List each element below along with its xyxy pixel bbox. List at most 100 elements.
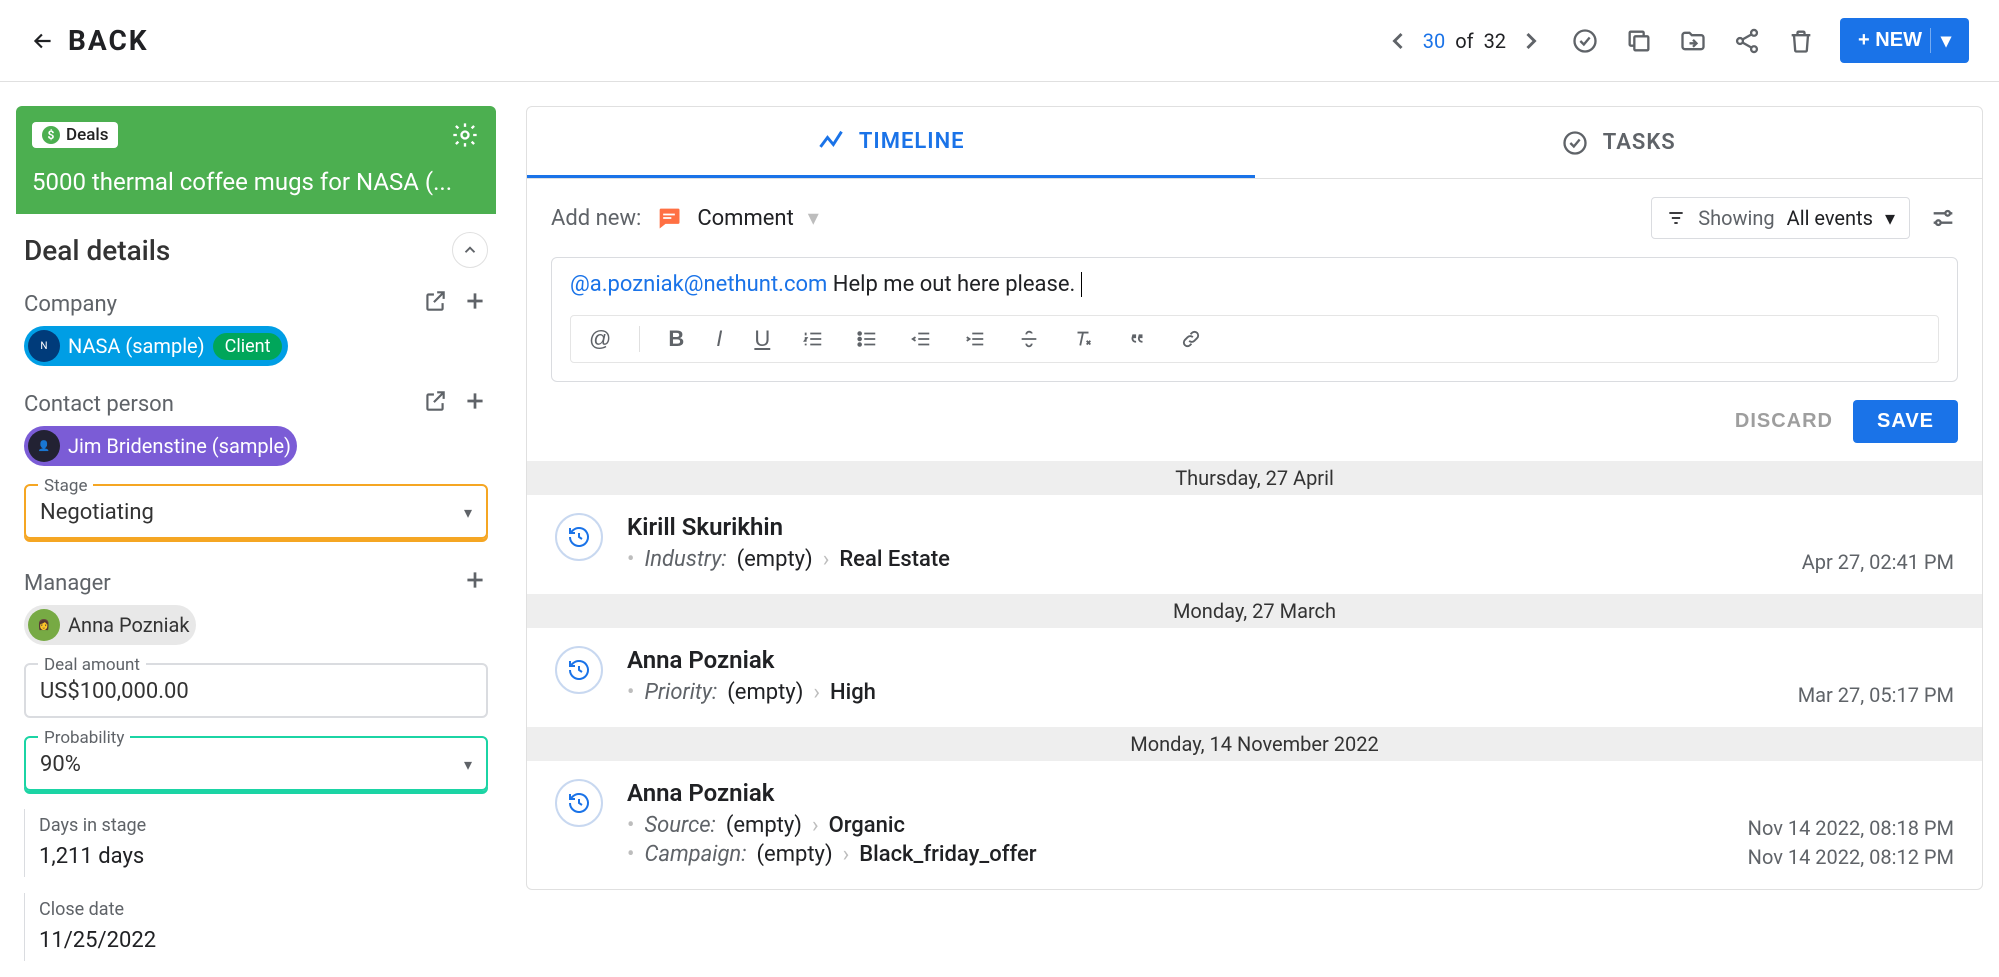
event-change-row: • Source: (empty) › OrganicNov 14 2022, …: [627, 813, 1954, 842]
mention[interactable]: @a.pozniak@nethunt.com: [570, 272, 827, 297]
sidebar: $Deals 5000 thermal coffee mugs for NASA…: [16, 106, 496, 977]
trash-icon[interactable]: [1786, 26, 1816, 56]
addnew-label: Add new:: [551, 206, 641, 231]
new-button[interactable]: + NEW ▾: [1840, 18, 1969, 63]
tab-timeline-label: TIMELINE: [859, 129, 965, 154]
editor-toolbar: @ B I U: [570, 315, 1939, 363]
link-button[interactable]: [1176, 328, 1206, 350]
save-button[interactable]: SAVE: [1853, 400, 1958, 443]
arrow-left-icon: [30, 28, 56, 54]
close-date-label: Close date: [39, 899, 474, 920]
event-change-row: • Priority: (empty) › HighMar 27, 05:17 …: [627, 680, 1954, 709]
underline-button[interactable]: U: [750, 326, 774, 352]
history-icon: [555, 646, 603, 694]
open-in-new-icon[interactable]: [422, 288, 448, 320]
unordered-list-button[interactable]: [852, 328, 882, 350]
new-button-caret[interactable]: ▾: [1930, 28, 1951, 53]
italic-button[interactable]: I: [712, 326, 726, 352]
tab-tasks-label: TASKS: [1603, 130, 1676, 155]
avatar: 👤: [28, 430, 60, 462]
deals-badge-label: Deals: [66, 125, 108, 145]
deal-amount-field[interactable]: Deal amount US$100,000.00: [24, 663, 488, 718]
settings-sliders-icon[interactable]: [1928, 203, 1958, 233]
showing-filter[interactable]: Showing All events ▾: [1651, 197, 1910, 239]
pager-next[interactable]: [1516, 26, 1546, 56]
strikethrough-button[interactable]: [1014, 328, 1044, 350]
timeline-event: Anna Pozniak • Priority: (empty) › HighMa…: [527, 628, 1982, 727]
stage-select[interactable]: Stage Negotiating ▾: [24, 484, 488, 539]
close-date-field[interactable]: Close date 11/25/2022: [24, 893, 488, 961]
client-badge: Client: [213, 333, 283, 360]
back-button[interactable]: BACK: [30, 24, 149, 57]
probability-label: Probability: [38, 728, 130, 748]
showing-label: Showing: [1698, 206, 1774, 230]
history-icon: [555, 513, 603, 561]
addnew-selector[interactable]: Add new: Comment ▾: [551, 204, 819, 232]
gear-icon[interactable]: [450, 120, 480, 150]
event-author: Kirill Skurikhin: [627, 513, 1954, 541]
date-divider: Monday, 14 November 2022: [527, 727, 1982, 761]
indent-button[interactable]: [960, 328, 990, 350]
nasa-logo-icon: N: [28, 330, 60, 362]
bold-button[interactable]: B: [664, 326, 688, 352]
close-date-value: 11/25/2022: [39, 928, 474, 953]
open-in-new-icon[interactable]: [422, 388, 448, 420]
chevron-down-icon: ▾: [1885, 206, 1895, 230]
pager-current: 30: [1423, 29, 1445, 53]
add-manager-icon[interactable]: [462, 567, 488, 599]
manager-chip-label: Anna Pozniak: [68, 613, 190, 637]
check-circle-icon[interactable]: [1570, 26, 1600, 56]
deals-badge[interactable]: $Deals: [32, 122, 118, 148]
comment-text[interactable]: @a.pozniak@nethunt.com Help me out here …: [570, 272, 1939, 297]
clear-format-button[interactable]: [1068, 328, 1098, 350]
event-author: Anna Pozniak: [627, 779, 1954, 807]
ordered-list-button[interactable]: [798, 328, 828, 350]
folder-move-icon[interactable]: [1678, 26, 1708, 56]
filter-icon: [1666, 208, 1686, 228]
days-in-stage-label: Days in stage: [39, 815, 474, 836]
tab-tasks[interactable]: TASKS: [1255, 107, 1983, 178]
pager: 30 of 32: [1383, 26, 1546, 56]
timeline-icon: [817, 127, 845, 155]
discard-button[interactable]: DISCARD: [1735, 410, 1833, 433]
comment-editor[interactable]: @a.pozniak@nethunt.com Help me out here …: [551, 257, 1958, 382]
event-time: Nov 14 2022, 08:12 PM: [1748, 845, 1954, 869]
share-icon[interactable]: [1732, 26, 1762, 56]
pager-total: 32: [1484, 29, 1506, 53]
stage-value: Negotiating: [40, 500, 154, 525]
probability-value: 90%: [40, 752, 81, 777]
copy-icon[interactable]: [1624, 26, 1654, 56]
tabs: TIMELINE TASKS: [527, 107, 1982, 179]
timeline-event: Kirill Skurikhin • Industry: (empty) › Re…: [527, 495, 1982, 594]
contact-chip[interactable]: 👤 Jim Bridenstine (sample): [24, 426, 297, 466]
tab-timeline[interactable]: TIMELINE: [527, 107, 1255, 178]
event-author: Anna Pozniak: [627, 646, 1954, 674]
tasks-icon: [1561, 129, 1589, 157]
avatar: 👩: [28, 609, 60, 641]
showing-value: All events: [1787, 206, 1873, 230]
deal-amount-value: US$100,000.00: [40, 679, 189, 704]
pager-of: of: [1455, 29, 1473, 53]
add-contact-icon[interactable]: [462, 388, 488, 420]
chevron-down-icon: ▾: [464, 503, 472, 522]
quote-button[interactable]: [1122, 328, 1152, 350]
company-chip[interactable]: N NASA (sample) Client: [24, 326, 288, 366]
collapse-button[interactable]: [452, 232, 488, 268]
top-actions: 30 of 32 + NEW ▾: [1383, 18, 1969, 63]
new-button-label: + NEW: [1858, 29, 1922, 52]
outdent-button[interactable]: [906, 328, 936, 350]
manager-label: Manager: [24, 571, 111, 596]
deal-header: $Deals 5000 thermal coffee mugs for NASA…: [16, 106, 496, 214]
mention-button[interactable]: @: [585, 326, 615, 352]
contact-label: Contact person: [24, 392, 174, 417]
date-divider: Thursday, 27 April: [527, 461, 1982, 495]
manager-chip[interactable]: 👩 Anna Pozniak: [24, 605, 196, 645]
probability-select[interactable]: Probability 90% ▾: [24, 736, 488, 791]
main-panel: TIMELINE TASKS Add new: Comment ▾: [526, 106, 1983, 977]
add-company-icon[interactable]: [462, 288, 488, 320]
event-change-row: • Industry: (empty) › Real EstateApr 27,…: [627, 547, 1954, 576]
history-icon: [555, 779, 603, 827]
days-in-stage-field: Days in stage 1,211 days: [24, 809, 488, 877]
pager-prev[interactable]: [1383, 26, 1413, 56]
company-label: Company: [24, 292, 117, 317]
